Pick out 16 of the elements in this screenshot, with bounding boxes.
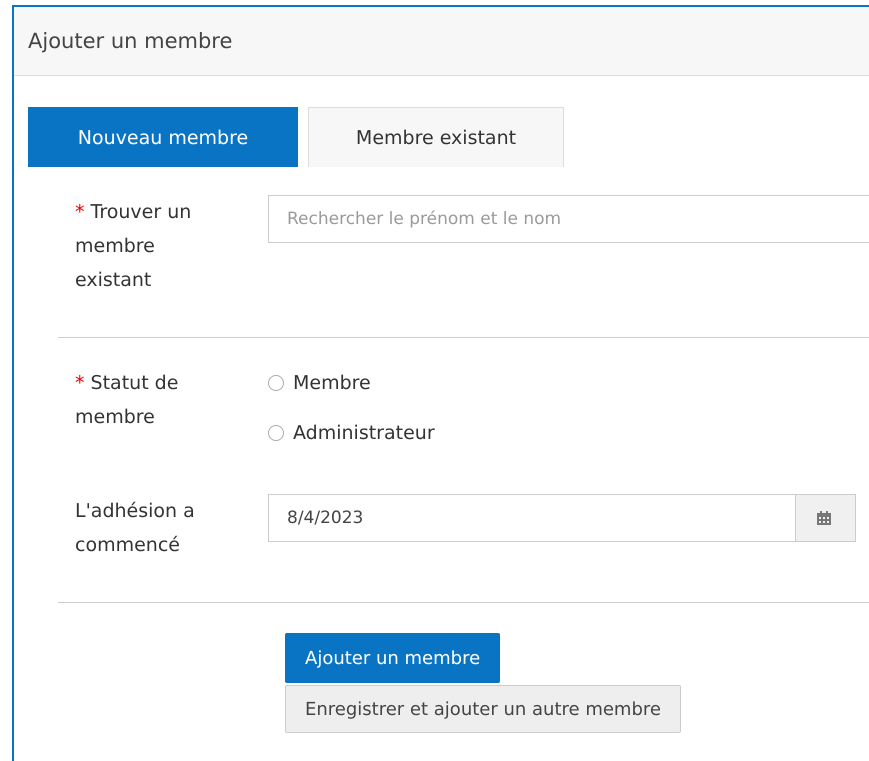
date-field[interactable]: 8/4/2023 — [268, 494, 796, 542]
calendar-icon — [816, 510, 832, 526]
panel-title: Ajouter un membre — [28, 29, 232, 53]
calendar-button[interactable] — [796, 494, 856, 542]
field-label: L'adhésion a commencé — [74, 499, 196, 558]
radio-button[interactable] — [268, 375, 284, 391]
field-label: * Trouver un membre existant — [74, 200, 192, 293]
radio-button[interactable] — [268, 425, 284, 441]
tab[interactable]: Nouveau membre — [28, 107, 298, 167]
radio-label: Administrateur — [293, 422, 435, 444]
field-label: * Statut de membre — [74, 371, 180, 430]
search-field[interactable]: Rechercher le prénom et le nom — [268, 195, 869, 243]
radio-label: Membre — [293, 372, 371, 394]
tab[interactable]: Membre existant — [308, 107, 564, 167]
add-member-button[interactable]: Ajouter un membre — [285, 633, 500, 683]
save-and-add-button[interactable]: Enregistrer et ajouter un autre membre — [285, 685, 681, 733]
